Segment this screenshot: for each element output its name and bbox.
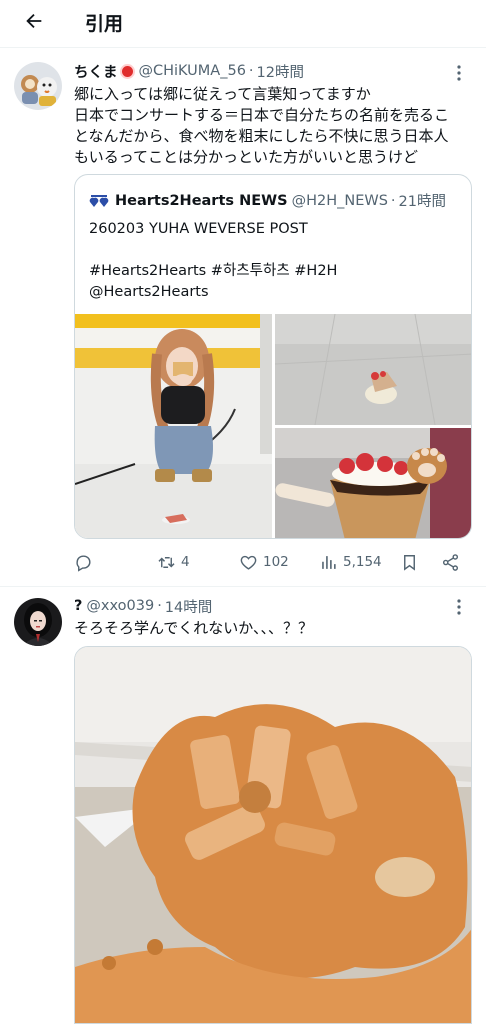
page-title: 引用 bbox=[85, 13, 124, 35]
tweet-text: そろそろ学んでくれないか、、、？？ bbox=[74, 618, 474, 639]
tweet-author-line: ? @xxo039 · 14時間 bbox=[74, 595, 212, 617]
media-photo-girl-squatting[interactable] bbox=[75, 314, 272, 538]
views-chart-icon bbox=[322, 555, 336, 569]
display-name[interactable]: ? bbox=[74, 598, 82, 614]
tweet-text-line: となんだから、食べ物を粗末にしたら不快に思う日本人 bbox=[74, 127, 449, 145]
quoted-handle[interactable]: @H2H_NEWS bbox=[292, 193, 388, 209]
tweet-text-line: 郷に入っては郷に従えって言葉知ってますか bbox=[74, 85, 371, 103]
retweet-icon bbox=[158, 556, 175, 568]
bookmark-button[interactable] bbox=[400, 553, 419, 572]
tweet-text-line: 日本でコンサートする＝日本で自分たちの名前を売るこ bbox=[74, 106, 450, 124]
like-count: 102 bbox=[263, 554, 289, 570]
separator-dot: · bbox=[157, 598, 162, 614]
separator-dot: · bbox=[248, 63, 254, 79]
quoted-text-line: 260203 YUHA WEVERSE POST bbox=[89, 221, 308, 237]
tweet-text: 郷に入っては郷に従えって言葉知ってますか 日本でコンサートする＝日本で自分たちの… bbox=[74, 84, 474, 168]
bookmark-icon bbox=[404, 554, 415, 571]
share-icon bbox=[442, 553, 459, 571]
heart-icon bbox=[240, 555, 257, 570]
tweet-actions: 4 102 5,154 bbox=[74, 551, 474, 573]
media-photo-crepe-closeup[interactable] bbox=[275, 428, 471, 538]
retweet-count: 4 bbox=[181, 554, 190, 570]
handle[interactable]: @CHiKUMA_56 bbox=[139, 63, 246, 79]
media-photo-spilled-tteokbokki[interactable] bbox=[74, 646, 472, 1024]
more-options-icon[interactable] bbox=[450, 64, 468, 82]
view-count: 5,154 bbox=[343, 554, 382, 570]
timestamp[interactable]: 12時間 bbox=[257, 61, 304, 82]
avatar[interactable] bbox=[14, 62, 62, 110]
views-button[interactable]: 5,154 bbox=[319, 553, 382, 572]
quoted-tweet-card[interactable]: Hearts2Hearts NEWS @H2H_NEWS · 21時間 2602… bbox=[74, 174, 472, 539]
share-button[interactable] bbox=[441, 553, 460, 572]
red-circle-emoji-icon bbox=[119, 63, 135, 79]
avatar[interactable] bbox=[14, 598, 62, 646]
timestamp[interactable]: 14時間 bbox=[165, 596, 212, 617]
separator-dot: · bbox=[390, 192, 396, 209]
display-name[interactable]: ちくま bbox=[74, 61, 118, 82]
tweet-author-line: ちくま @CHiKUMA_56 · 12時間 bbox=[74, 60, 304, 82]
quoted-timestamp[interactable]: 21時間 bbox=[399, 190, 446, 211]
quoted-text-line: @Hearts2Hearts bbox=[89, 284, 209, 300]
back-arrow-icon[interactable] bbox=[20, 7, 48, 35]
quoted-media-grid bbox=[75, 314, 471, 538]
tweet-text-line: そろそろ学んでくれないか、、、？？ bbox=[74, 619, 313, 637]
quoted-author-line: Hearts2Hearts NEWS @H2H_NEWS · 21時間 bbox=[89, 190, 446, 211]
quoted-text-line: #Hearts2Hearts #하츠투하츠 #H2H bbox=[89, 263, 338, 279]
tweet-text-line: もいるってことは分かっといた方がいいと思うけど bbox=[74, 148, 418, 166]
more-options-icon[interactable] bbox=[450, 598, 468, 616]
handle[interactable]: @xxo039 bbox=[86, 598, 154, 614]
quoted-display-name[interactable]: Hearts2Hearts NEWS bbox=[115, 193, 288, 209]
retweet-button[interactable]: 4 bbox=[157, 553, 190, 572]
quoted-tweet-text: 260203 YUHA WEVERSE POST #Hearts2Hearts … bbox=[89, 219, 337, 303]
reply-button[interactable] bbox=[74, 553, 98, 572]
top-bar: 引用 bbox=[0, 0, 486, 48]
quoted-text-line bbox=[89, 240, 337, 261]
tweet[interactable]: ちくま @CHiKUMA_56 · 12時間 郷に入っては郷に従えって言葉知って… bbox=[0, 48, 486, 586]
like-button[interactable]: 102 bbox=[239, 553, 289, 572]
media-photo-dropped-crepe[interactable] bbox=[275, 314, 471, 425]
reply-icon bbox=[76, 554, 91, 572]
hearts-logo-icon bbox=[89, 194, 109, 207]
